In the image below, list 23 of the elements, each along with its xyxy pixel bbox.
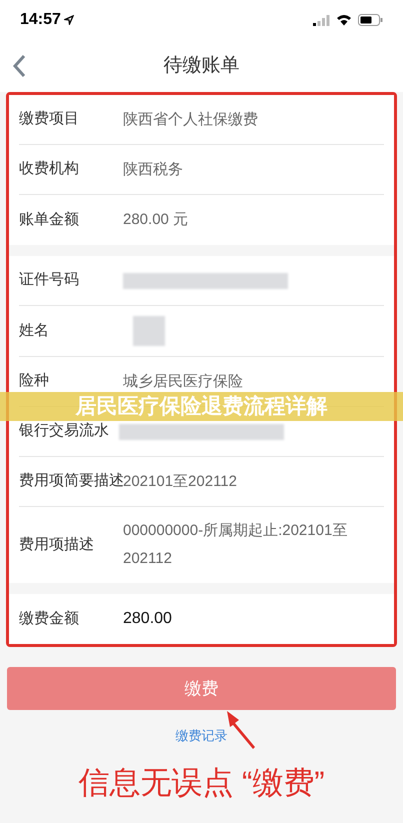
status-time: 14:57 bbox=[20, 10, 61, 30]
pay-button[interactable]: 缴费 bbox=[7, 667, 396, 710]
field-value: 000000000-所属期起止:202101至202112 bbox=[123, 521, 348, 569]
field-value: 陕西税务 bbox=[123, 160, 184, 180]
field-value: 280.00 元 bbox=[123, 210, 190, 230]
field-label: 证件号码 bbox=[19, 270, 80, 290]
field-value: 280.00 bbox=[123, 609, 172, 629]
field-value: 城乡居民医疗保险 bbox=[123, 372, 244, 392]
field-label: 缴费项目 bbox=[19, 109, 80, 130]
field-label: 账单金额 bbox=[19, 210, 80, 230]
field-value: 陕西省个人社保缴费 bbox=[123, 110, 259, 130]
banner-title: 居民医疗保险退费流程详解 bbox=[76, 394, 328, 419]
field-label: 费用项简要描述 bbox=[19, 471, 123, 492]
field-label: 银行交易流水 bbox=[19, 421, 110, 442]
field-label: 缴费金额 bbox=[19, 608, 80, 629]
payment-history-link[interactable]: 缴费记录 bbox=[176, 726, 228, 746]
field-label: 姓名 bbox=[19, 320, 50, 341]
field-label: 险种 bbox=[19, 371, 50, 392]
field-value: 202101至202112 bbox=[123, 472, 238, 492]
field-label: 收费机构 bbox=[19, 159, 80, 180]
annotation-text: 信息无误点 “缴费” bbox=[78, 764, 325, 802]
field-label: 费用项描述 bbox=[19, 534, 95, 555]
page-title: 待缴账单 bbox=[164, 54, 240, 78]
